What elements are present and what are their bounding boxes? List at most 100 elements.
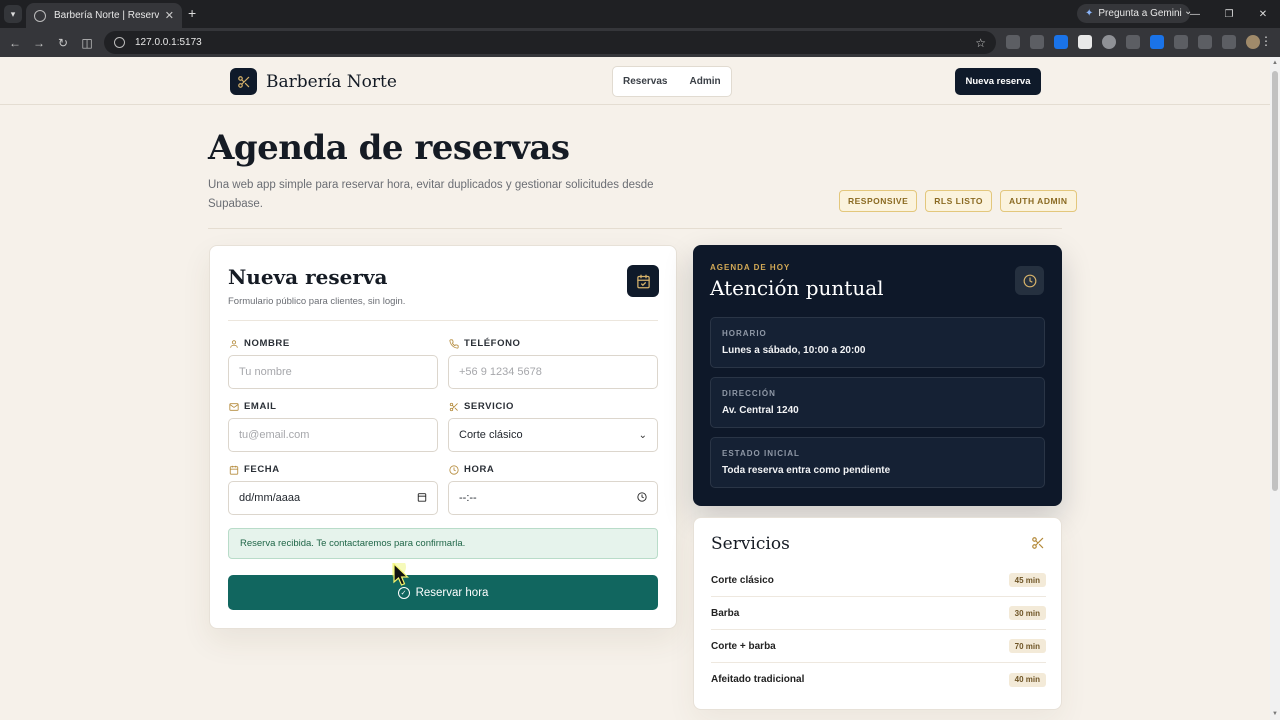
gemini-button[interactable]: ✦ Pregunta a Gemini	[1077, 4, 1190, 23]
email-label-text: EMAIL	[244, 401, 277, 412]
new-tab-plus-icon[interactable]: +	[188, 5, 196, 21]
info-estado-key: ESTADO INICIAL	[722, 449, 800, 458]
reservar-hora-button[interactable]: ✓ Reservar hora	[228, 575, 658, 610]
service-duration: 70 min	[1008, 639, 1046, 653]
scrollbar-thumb[interactable]	[1272, 71, 1278, 491]
list-item: Corte + barba 70 min	[711, 630, 1046, 663]
telefono-label-text: TELÉFONO	[464, 338, 521, 349]
page-viewport: Barbería Norte Reservas Admin Nueva rese…	[0, 57, 1270, 720]
fecha-value: dd/mm/aaaa	[239, 492, 301, 504]
calendar-check-icon	[627, 265, 659, 297]
info-horario: HORARIO Lunes a sábado, 10:00 a 20:00	[710, 317, 1045, 368]
extension-camera-icon[interactable]	[1006, 35, 1020, 49]
scroll-down-arrow-icon[interactable]: ▼	[1272, 711, 1278, 717]
gemini-label: Pregunta a Gemini	[1098, 8, 1182, 19]
hero-divider	[208, 228, 1062, 229]
nombre-input[interactable]: Tu nombre	[228, 355, 438, 389]
telefono-label: TELÉFONO	[448, 338, 521, 349]
tab-search-chevron-icon[interactable]: ▾	[4, 5, 22, 23]
form-divider	[228, 320, 658, 321]
site-info-icon[interactable]	[114, 37, 125, 48]
mail-icon	[228, 402, 239, 412]
extension-g-icon[interactable]	[1150, 35, 1164, 49]
form-title: Nueva reserva	[228, 265, 388, 289]
extension-white-icon[interactable]	[1078, 35, 1092, 49]
sidebar-toggle-icon[interactable]	[1222, 35, 1236, 49]
page-subtitle: Una web app simple para reservar hora, e…	[208, 179, 654, 210]
browser-tab[interactable]: Barbería Norte | Reservas ✕	[26, 3, 182, 28]
address-bar[interactable]: 127.0.0.1:5173 ☆	[104, 31, 996, 54]
extension-grid-icon[interactable]	[1126, 35, 1140, 49]
nav-admin[interactable]: Admin	[689, 76, 720, 87]
nueva-reserva-button[interactable]: Nueva reserva	[955, 68, 1041, 95]
services-title: Servicios	[711, 534, 790, 554]
servicio-select[interactable]: Corte clásico ⌄	[448, 418, 658, 452]
extension-circle-icon[interactable]	[1102, 35, 1116, 49]
fecha-label: FECHA	[228, 464, 280, 475]
hora-label-text: HORA	[464, 464, 495, 475]
hora-value: --:--	[459, 492, 477, 504]
brand-name: Barbería Norte	[266, 71, 397, 92]
back-arrow-icon[interactable]: ←	[6, 34, 24, 52]
badge-rls: RLS LISTO	[925, 190, 993, 212]
browser-tab-strip: ▾ Barbería Norte | Reservas ✕ + ✦ Pregun…	[0, 0, 1280, 28]
agenda-eyebrow: AGENDA DE HOY	[710, 263, 791, 272]
email-input[interactable]: tu@email.com	[228, 418, 438, 452]
nombre-placeholder: Tu nombre	[239, 366, 292, 378]
agenda-title: Atención puntual	[710, 276, 884, 300]
gemini-sparkle-icon: ✦	[1085, 8, 1094, 19]
page-title: Agenda de reservas	[208, 128, 570, 168]
extension-blue-icon[interactable]	[1054, 35, 1068, 49]
extensions-puzzle-icon[interactable]	[1198, 35, 1212, 49]
restore-icon[interactable]: ❐	[1212, 0, 1246, 28]
brand[interactable]: Barbería Norte	[230, 68, 397, 95]
tab-title: Barbería Norte | Reservas	[54, 10, 159, 21]
feature-badges: RESPONSIVE RLS LISTO AUTH ADMIN	[839, 190, 1077, 212]
nombre-label: NOMBRE	[228, 338, 290, 349]
browser-menu-icon[interactable]: ⋮	[1260, 34, 1272, 48]
minimize-icon[interactable]: —	[1178, 0, 1212, 28]
telefono-input[interactable]: +56 9 1234 5678	[448, 355, 658, 389]
scroll-up-arrow-icon[interactable]: ▲	[1272, 60, 1278, 66]
info-direccion-value: Av. Central 1240	[722, 405, 799, 416]
services-card: Servicios Corte clásico 45 min Barba 30 …	[693, 517, 1062, 710]
profile-avatar[interactable]	[1246, 35, 1260, 49]
reload-icon[interactable]: ↻	[54, 34, 72, 52]
extensions-row	[1006, 35, 1260, 49]
page-scrollbar[interactable]: ▲ ▼	[1270, 57, 1280, 720]
info-horario-key: HORARIO	[722, 329, 767, 338]
nombre-label-text: NOMBRE	[244, 338, 290, 349]
fecha-label-text: FECHA	[244, 464, 280, 475]
list-item: Barba 30 min	[711, 597, 1046, 630]
date-picker-icon[interactable]	[417, 492, 427, 505]
info-estado: ESTADO INICIAL Toda reserva entra como p…	[710, 437, 1045, 488]
close-tab-icon[interactable]: ✕	[165, 9, 174, 22]
close-window-icon[interactable]: ✕	[1246, 0, 1280, 28]
service-name: Barba	[711, 607, 740, 619]
hora-input[interactable]: --:--	[448, 481, 658, 515]
globe-icon	[34, 9, 46, 22]
fecha-input[interactable]: dd/mm/aaaa	[228, 481, 438, 515]
badge-responsive: RESPONSIVE	[839, 190, 918, 212]
scissors-icon	[448, 402, 459, 412]
telefono-placeholder: +56 9 1234 5678	[459, 366, 542, 378]
extension-font-icon[interactable]	[1030, 35, 1044, 49]
bookmark-star-icon[interactable]: ☆	[975, 36, 986, 50]
nav-reservas[interactable]: Reservas	[623, 76, 667, 87]
scissors-icon	[1031, 536, 1045, 553]
forward-arrow-icon[interactable]: →	[30, 34, 48, 52]
split-view-icon[interactable]: ◫	[78, 34, 96, 52]
reservation-form-card: Nueva reserva Formulario público para cl…	[209, 245, 677, 629]
service-duration: 45 min	[1008, 573, 1046, 587]
window-controls: — ❐ ✕	[1178, 0, 1280, 28]
service-name: Afeitado tradicional	[711, 674, 805, 685]
browser-toolbar: ← → ↻ ◫ 127.0.0.1:5173 ☆ ⋮	[0, 28, 1280, 57]
info-direccion-key: DIRECCIÓN	[722, 389, 776, 398]
service-duration: 30 min	[1008, 606, 1046, 620]
time-picker-icon[interactable]	[637, 491, 647, 505]
extension-h-icon[interactable]	[1174, 35, 1188, 49]
phone-icon	[448, 338, 459, 349]
info-horario-value: Lunes a sábado, 10:00 a 20:00	[722, 345, 866, 356]
clock-icon	[448, 464, 459, 475]
mouse-cursor-icon	[386, 557, 412, 594]
